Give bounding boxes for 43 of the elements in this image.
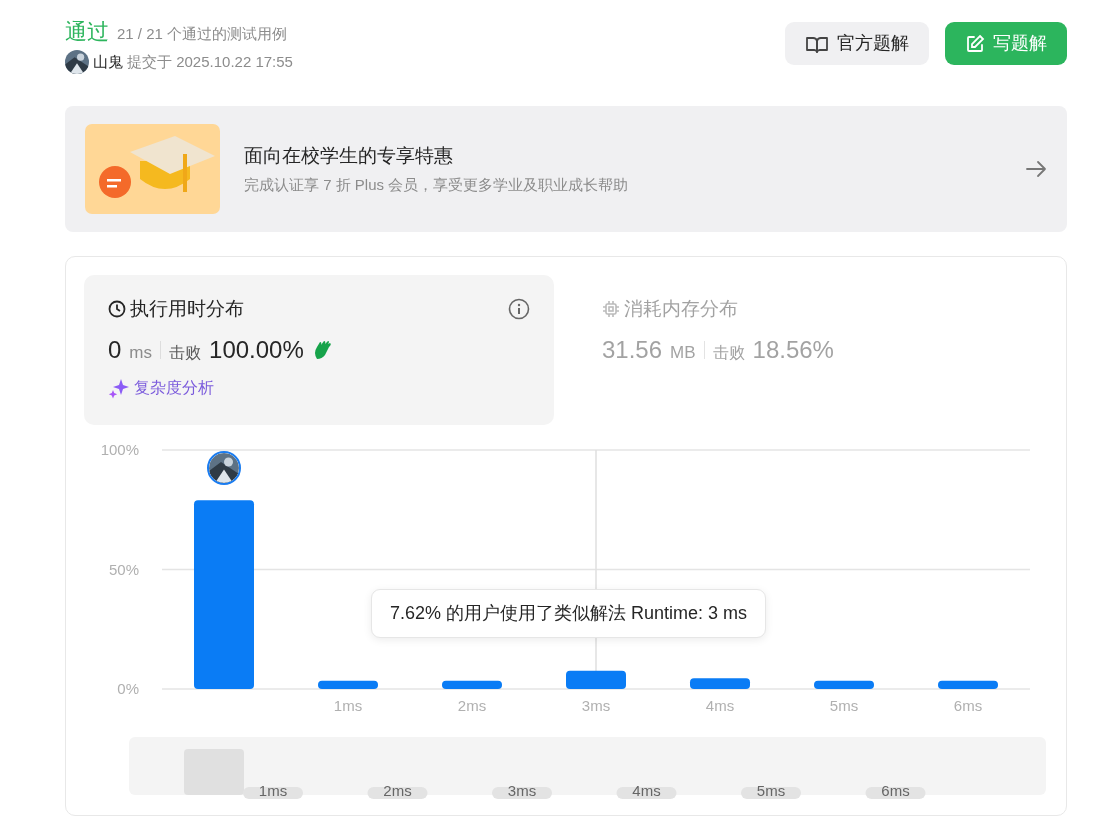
x-axis-label: 5ms	[829, 697, 859, 714]
beats-percentage: 18.56%	[752, 334, 834, 365]
test-cases-count: 21 / 21 个通过的测试用例	[117, 24, 288, 44]
x-axis-label: 3ms	[581, 697, 611, 714]
x-axis-label: 1ms	[333, 697, 363, 714]
edit-icon	[965, 33, 985, 54]
stat-value: 0	[108, 334, 122, 365]
stat-tab[interactable]: 执行用时分布 0 ms 击败 100.00% 复杂度分析	[84, 275, 554, 425]
x-axis-label: 2ms	[457, 697, 487, 714]
banner-subtitle: 完成认证享 7 折 Plus 会员，享受更多学业及职业成长帮助	[244, 175, 630, 195]
banner-title: 面向在校学生的专享特惠	[244, 143, 454, 168]
username: 山鬼	[93, 51, 123, 72]
info-icon	[508, 298, 530, 321]
y-axis-label: 0%	[117, 680, 139, 697]
stat-value: 31.56	[602, 334, 663, 365]
chart-tooltip: 7.62% 的用户使用了类似解法 Runtime: 3 ms	[371, 589, 767, 638]
x-axis-label: 6ms	[953, 697, 983, 714]
overview-slider[interactable]	[129, 737, 1046, 795]
submission-time: 提交于 2025.10.22 17:55	[127, 51, 293, 72]
chip-icon	[602, 300, 620, 319]
beats-percentage: 100.00%	[209, 334, 304, 365]
beats-label: 击败	[712, 342, 745, 363]
overview-bar	[184, 749, 244, 795]
stat-unit: ms	[129, 341, 153, 364]
complexity-analysis-link[interactable]: 复杂度分析	[134, 375, 214, 400]
arrow-right-icon	[1025, 158, 1047, 180]
bar[interactable]	[318, 680, 378, 689]
clock-icon	[108, 300, 126, 319]
y-axis-label: 50%	[108, 560, 139, 578]
bar[interactable]	[814, 680, 874, 689]
stat-unit: MB	[670, 341, 696, 364]
stat-title: 消耗内存分布	[624, 297, 738, 321]
official-solution-button[interactable]: 官方题解	[785, 22, 929, 65]
y-axis-label: 100%	[100, 441, 139, 458]
x-axis-label: 4ms	[705, 697, 735, 714]
stat-title: 执行用时分布	[130, 297, 244, 321]
promo-banner[interactable]: 面向在校学生的专享特惠 完成认证享 7 折 Plus 会员，享受更多学业及职业成长帮助	[65, 106, 1067, 232]
beats-label: 击败	[169, 342, 202, 363]
bar[interactable]	[442, 680, 502, 689]
bar[interactable]	[566, 670, 626, 689]
verdict-label: 通过	[65, 18, 109, 46]
bar[interactable]	[690, 678, 750, 689]
bar[interactable]	[938, 680, 998, 689]
